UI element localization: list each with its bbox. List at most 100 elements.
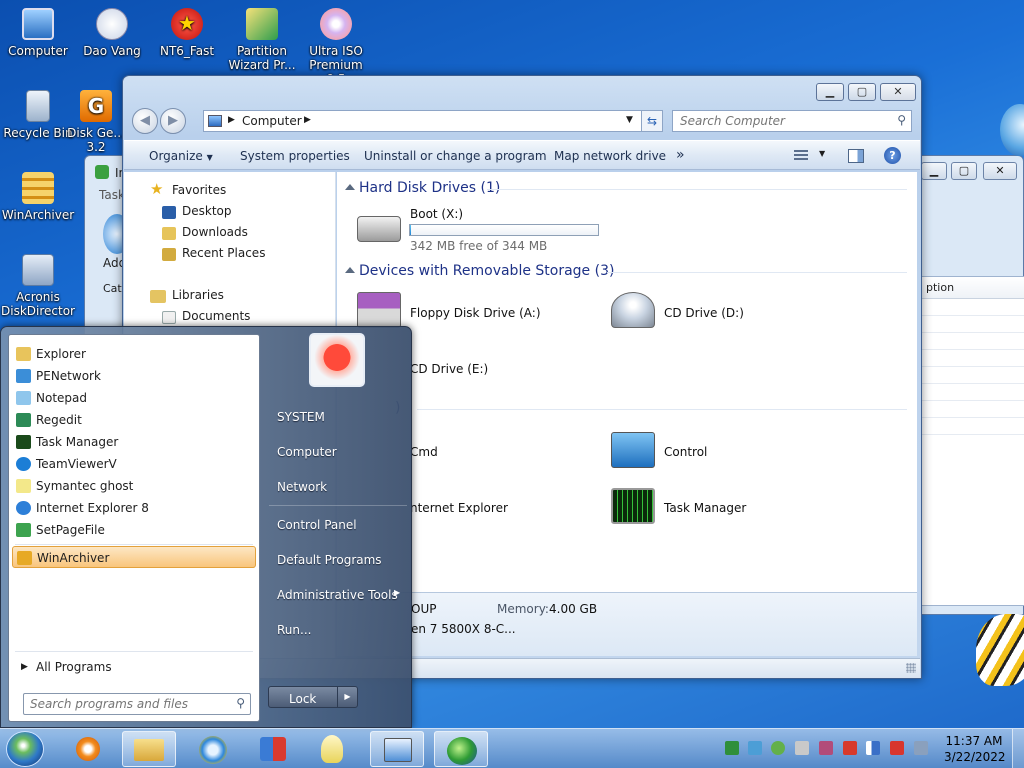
organize-button[interactable]: Organize ▼ xyxy=(149,149,213,163)
list-item[interactable] xyxy=(922,316,1024,333)
uninstall-program-button[interactable]: Uninstall or change a program xyxy=(364,149,547,163)
view-dropdown-icon[interactable]: ▼ xyxy=(819,149,825,158)
start-item-penetwork[interactable]: PENetwork xyxy=(12,365,256,387)
show-desktop-button[interactable] xyxy=(1012,729,1024,768)
taskbar-ghost[interactable] xyxy=(306,731,360,767)
tray-network-icon[interactable] xyxy=(725,741,739,755)
tray-sync-icon[interactable] xyxy=(771,741,785,755)
list-item[interactable] xyxy=(922,350,1024,367)
item-taskmgr-label[interactable]: Task Manager xyxy=(664,501,746,515)
bg-close-button[interactable]: ✕ xyxy=(983,162,1017,180)
desktop-icon-acronis[interactable]: Acronis DiskDirector xyxy=(0,250,76,318)
start-item-symantec-ghost[interactable]: Symantec ghost xyxy=(12,475,256,497)
start-search-box[interactable]: ⚲ xyxy=(23,693,251,715)
desktop-icon-dao-vang[interactable]: Dao Vang xyxy=(74,4,150,58)
tray-flag-icon[interactable] xyxy=(866,741,880,755)
start-item-winarchiver[interactable]: WinArchiver xyxy=(12,546,256,568)
close-button[interactable]: ✕ xyxy=(880,83,916,101)
bg-window-list[interactable]: ption xyxy=(921,276,1024,606)
taskbar-network-app[interactable] xyxy=(434,731,488,767)
nav-libraries[interactable]: Libraries xyxy=(172,288,224,302)
item-control-label[interactable]: Control xyxy=(664,445,707,459)
taskbar-explorer[interactable] xyxy=(122,731,176,767)
desktop-icon-partition-wizard[interactable]: Partition Wizard Pr... xyxy=(224,4,300,72)
breadcrumb-computer[interactable]: Computer xyxy=(242,114,302,128)
collapse-arrow-icon[interactable] xyxy=(345,267,355,273)
start-orb-icon[interactable] xyxy=(6,731,44,767)
tray-volume-muted-icon[interactable] xyxy=(914,741,928,755)
preview-pane-icon[interactable] xyxy=(848,149,864,163)
desktop-icon-recycle-bin[interactable]: Recycle Bin xyxy=(0,86,76,140)
list-item[interactable] xyxy=(922,418,1024,435)
search-box[interactable]: ⚲ xyxy=(672,110,912,132)
nav-favorites[interactable]: Favorites xyxy=(172,183,226,197)
group-header-hard-disk[interactable]: Hard Disk Drives (1) xyxy=(359,180,500,196)
item-cmd-label[interactable]: Cmd xyxy=(410,445,438,459)
start-item-task-manager[interactable]: Task Manager xyxy=(12,431,256,453)
taskbar-ie[interactable] xyxy=(186,731,240,767)
tray-shield-icon[interactable] xyxy=(843,741,857,755)
minimize-button[interactable]: ▁ xyxy=(816,83,844,101)
view-options-icon[interactable] xyxy=(794,150,808,162)
desktop-icon-winarchiver[interactable]: WinArchiver xyxy=(0,168,76,222)
drive-floppy-label[interactable]: Floppy Disk Drive (A:) xyxy=(410,306,541,320)
maximize-button[interactable]: ▢ xyxy=(848,83,876,101)
search-icon[interactable]: ⚲ xyxy=(236,696,245,710)
desktop-icon-ultraiso[interactable]: Ultra ISO Premium 9.5 xyxy=(298,4,374,86)
search-icon[interactable]: ⚲ xyxy=(897,113,906,127)
refresh-button[interactable]: ⇆ xyxy=(641,110,663,132)
collapse-arrow-icon[interactable] xyxy=(345,184,355,190)
item-ie-label[interactable]: nternet Explorer xyxy=(410,501,508,515)
start-link-admin-tools[interactable]: Administrative Tools xyxy=(277,588,398,602)
tray-security-icon[interactable] xyxy=(748,741,762,755)
start-item-setpagefile[interactable]: SetPageFile xyxy=(12,519,256,541)
list-item[interactable] xyxy=(922,367,1024,384)
nav-desktop[interactable]: Desktop xyxy=(182,204,232,218)
bg-window-column-header[interactable]: ption xyxy=(922,277,1024,299)
start-link-computer[interactable]: Computer xyxy=(277,445,337,459)
tray-storage-icon[interactable] xyxy=(795,741,809,755)
system-properties-button[interactable]: System properties xyxy=(240,149,350,163)
lock-button[interactable]: Lock ▶ xyxy=(268,686,358,708)
drive-boot-label[interactable]: Boot (X:) xyxy=(410,207,463,221)
resize-grip-icon[interactable] xyxy=(906,663,916,673)
address-dropdown-icon[interactable]: ▼ xyxy=(626,115,633,125)
nav-recent-places[interactable]: Recent Places xyxy=(182,246,265,260)
start-item-regedit[interactable]: Regedit xyxy=(12,409,256,431)
start-item-ie8[interactable]: Internet Explorer 8 xyxy=(12,497,256,519)
start-item-teamviewer[interactable]: TeamViewerV xyxy=(12,453,256,475)
start-item-notepad[interactable]: Notepad xyxy=(12,387,256,409)
more-commands-button[interactable]: » xyxy=(676,147,685,163)
bg-minimize-button[interactable]: ▁ xyxy=(921,162,947,180)
list-item[interactable] xyxy=(922,299,1024,316)
list-item[interactable] xyxy=(922,333,1024,350)
tray-tools-icon[interactable] xyxy=(819,741,833,755)
address-bar[interactable]: ▶ Computer ▶ ▼ xyxy=(203,110,663,132)
start-link-user[interactable]: SYSTEM xyxy=(277,410,325,424)
group-header-removable[interactable]: Devices with Removable Storage (3) xyxy=(359,263,614,279)
map-network-drive-button[interactable]: Map network drive xyxy=(554,149,666,163)
start-item-explorer[interactable]: Explorer xyxy=(12,343,256,365)
taskbar-control-panel[interactable] xyxy=(370,731,424,767)
breadcrumb-chevron-icon[interactable]: ▶ xyxy=(304,115,311,125)
start-menu[interactable]: Explorer PENetwork Notepad Regedit Task … xyxy=(0,326,412,728)
start-search-input[interactable] xyxy=(24,694,224,714)
search-input[interactable] xyxy=(673,111,883,131)
drive-cd-e-label[interactable]: CD Drive (E:) xyxy=(410,362,488,376)
taskbar-media-player[interactable] xyxy=(62,731,116,767)
start-link-run[interactable]: Run... xyxy=(277,623,311,637)
desktop-icon-nt6-fast[interactable]: ★ NT6_Fast xyxy=(149,4,225,58)
nav-documents[interactable]: Documents xyxy=(182,309,250,323)
start-link-network[interactable]: Network xyxy=(277,480,327,494)
tray-display-icon[interactable] xyxy=(890,741,904,755)
clock[interactable]: 11:37 AM 3/22/2022 xyxy=(944,733,1006,765)
nav-downloads[interactable]: Downloads xyxy=(182,225,248,239)
help-icon[interactable]: ? xyxy=(884,147,901,164)
start-link-control-panel[interactable]: Control Panel xyxy=(277,518,357,532)
bg-maximize-button[interactable]: ▢ xyxy=(951,162,977,180)
drive-cd-d-label[interactable]: CD Drive (D:) xyxy=(664,306,744,320)
back-button[interactable]: ◀ xyxy=(132,108,158,134)
desktop-icon-computer[interactable]: Computer xyxy=(0,4,76,58)
user-avatar[interactable] xyxy=(309,333,365,387)
list-item[interactable] xyxy=(922,401,1024,418)
